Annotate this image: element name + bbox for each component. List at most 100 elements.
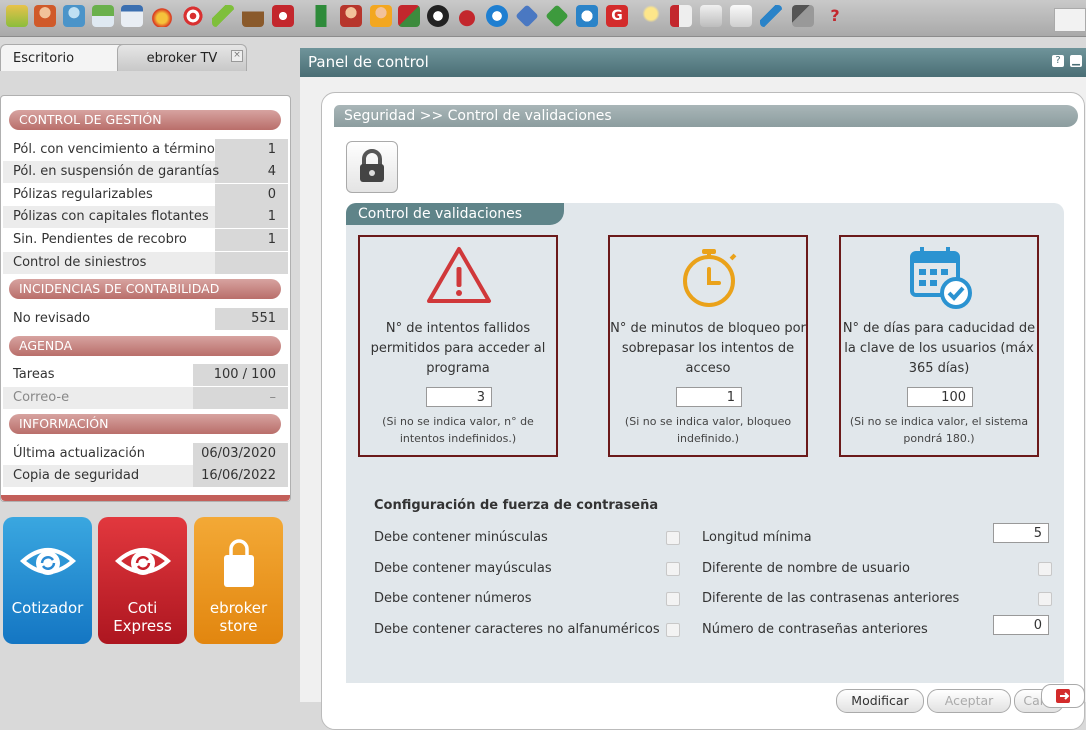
grid-icon[interactable] — [92, 5, 114, 27]
option-label: Número de contraseñas anteriores — [702, 622, 928, 637]
option-label: Debe contener mayúsculas — [374, 561, 552, 576]
section-header-informacion[interactable]: INFORMACIÓN — [9, 414, 281, 434]
section-header-control-gestion[interactable]: CONTROL DE GESTIÓN — [9, 110, 281, 130]
ebroker-store-tile[interactable]: ebroker store — [194, 517, 283, 644]
password-expiry-input[interactable]: 100 — [907, 387, 973, 407]
password-expiry-card: N° de días para caducidad de la clave de… — [839, 235, 1039, 457]
section-title: Control de validaciones — [346, 203, 564, 225]
row-label: Pólizas con capitales flotantes — [13, 209, 209, 224]
ebroker-store-label: ebroker store — [209, 599, 268, 635]
row-value: – — [269, 390, 277, 405]
section-header-agenda[interactable]: AGENDA — [9, 336, 281, 356]
docs-icon[interactable] — [700, 5, 722, 27]
e-icon[interactable] — [486, 5, 508, 27]
dashboard-panel: CONTROL DE GESTIÓN Pól. con vencimiento … — [0, 95, 291, 502]
card-note: (Si no se indica valor, n° de intentos i… — [382, 415, 534, 445]
card-description: N° de intentos fallidos permitidos para … — [370, 321, 546, 376]
users-icon[interactable] — [63, 5, 85, 27]
list-item[interactable]: Pólizas regularizables 0 — [3, 184, 288, 206]
list-item[interactable]: Última actualización 06/03/2020 — [3, 443, 288, 465]
tab-escritorio-label: Escritorio — [13, 51, 75, 66]
phone-icon[interactable] — [760, 5, 782, 27]
row-label: Copia de seguridad — [13, 468, 140, 483]
pencil-icon[interactable] — [212, 5, 234, 27]
tab-ebroker-tv[interactable]: ebroker TV × — [117, 44, 247, 71]
modify-button[interactable]: Modificar — [836, 689, 924, 713]
accept-button[interactable]: Aceptar — [927, 689, 1011, 713]
user-icon[interactable] — [34, 5, 56, 27]
card-description: N° de minutos de bloqueo por sobrepasar … — [610, 321, 806, 376]
differ-username-checkbox[interactable] — [1038, 562, 1052, 576]
window-title-bar: Panel de control ? ▁ — [300, 48, 1086, 77]
require-special-chars-checkbox[interactable] — [666, 623, 680, 637]
min-length-input[interactable]: 5 — [993, 523, 1049, 543]
differ-previous-checkbox[interactable] — [1038, 592, 1052, 606]
card-note: (Si no se indica valor, el sistema pondr… — [849, 415, 1029, 445]
alert-icon[interactable] — [272, 5, 294, 27]
require-lowercase-checkbox[interactable] — [666, 531, 680, 545]
breadcrumb: Seguridad >> Control de validaciones — [334, 105, 1078, 127]
section-header-incidencias-contabilidad[interactable]: INCIDENCIAS DE CONTABILIDAD — [9, 279, 281, 299]
window-title: Panel de control — [308, 53, 429, 71]
doc-icon[interactable] — [730, 5, 752, 27]
building-icon[interactable] — [310, 5, 332, 27]
row-label: Control de siniestros — [13, 255, 147, 270]
person-icon[interactable] — [370, 5, 392, 27]
option-label: Debe contener caracteres no alfanumérico… — [374, 622, 660, 637]
car-icon[interactable] — [456, 5, 478, 27]
tab-escritorio[interactable]: Escritorio — [0, 44, 128, 71]
cotizador-tile[interactable]: Cotizador — [3, 517, 92, 644]
book-icon[interactable] — [6, 5, 28, 27]
bulb-icon[interactable] — [640, 5, 662, 27]
list-item[interactable]: Control de siniestros — [3, 252, 288, 274]
list-item[interactable]: Pól. en suspensión de garantías 4 — [3, 161, 288, 183]
option-label: Diferente de nombre de usuario — [702, 561, 910, 576]
require-uppercase-checkbox[interactable] — [666, 562, 680, 576]
minimize-icon[interactable]: ▁ — [1070, 55, 1082, 67]
lock-minutes-input[interactable]: 1 — [676, 387, 742, 407]
toolbar-search-box[interactable] — [1054, 8, 1086, 32]
row-value: 0 — [267, 187, 276, 202]
diamond-icon[interactable] — [515, 4, 539, 28]
list-item[interactable]: Pólizas con capitales flotantes 1 — [3, 206, 288, 228]
cotizador-label: Cotizador — [11, 599, 84, 617]
option-label: Longitud mínima — [702, 530, 812, 545]
row-value: 1 — [267, 142, 276, 157]
list-item[interactable]: Sin. Pendientes de recobro 1 — [3, 229, 288, 251]
coti-express-tile[interactable]: Coti Express — [98, 517, 187, 644]
row-value: 4 — [267, 164, 276, 179]
failed-attempts-input[interactable]: 3 — [426, 387, 492, 407]
content-frame: Seguridad >> Control de validaciones Con… — [321, 92, 1085, 730]
e-green-icon[interactable] — [545, 4, 569, 28]
help-icon[interactable]: ? — [1052, 55, 1064, 67]
require-numbers-checkbox[interactable] — [666, 592, 680, 606]
close-icon[interactable]: × — [231, 50, 243, 62]
target-icon[interactable] — [182, 5, 204, 27]
fire-icon[interactable] — [151, 5, 173, 27]
panel-footer-bar — [1, 495, 290, 501]
list-item[interactable]: Correo-e – — [3, 387, 288, 409]
window-icon[interactable] — [121, 5, 143, 27]
money-icon[interactable] — [398, 5, 420, 27]
option-label: Diferente de las contrasenas anteriores — [702, 591, 960, 606]
tools-icon[interactable] — [792, 5, 814, 27]
option-label: Debe contener números — [374, 591, 532, 606]
list-item[interactable]: Tareas 100 / 100 — [3, 364, 288, 386]
timer-icon — [683, 249, 737, 307]
chart-icon[interactable] — [670, 5, 692, 27]
g-icon[interactable]: G — [606, 5, 628, 27]
agent-icon[interactable] — [340, 5, 362, 27]
row-value: 551 — [251, 311, 276, 326]
list-item[interactable]: Copia de seguridad 16/06/2022 — [3, 465, 288, 487]
e-blue-icon[interactable] — [576, 5, 598, 27]
help-icon[interactable]: ? — [824, 5, 846, 27]
euro-icon[interactable] — [427, 5, 449, 27]
exit-button[interactable] — [1041, 684, 1085, 708]
card-description: N° de días para caducidad de la clave de… — [842, 321, 1036, 376]
previous-passwords-input[interactable]: 0 — [993, 615, 1049, 635]
list-item[interactable]: Pól. con vencimiento a término 1 — [3, 139, 288, 161]
briefcase-icon[interactable] — [242, 5, 264, 27]
list-item[interactable]: No revisado 551 — [3, 308, 288, 330]
row-label: No revisado — [13, 311, 91, 326]
lock-button[interactable] — [346, 141, 398, 193]
